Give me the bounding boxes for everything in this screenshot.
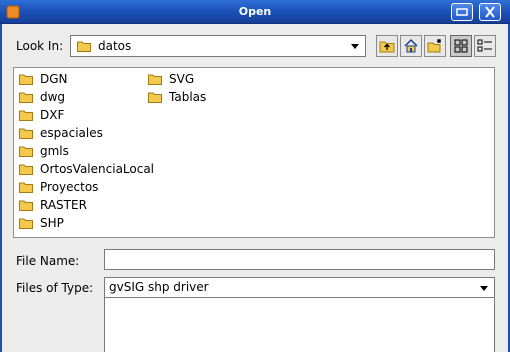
folder-icon: [148, 92, 162, 103]
list-item[interactable]: Tablas: [148, 89, 206, 105]
title-bar[interactable]: Open: [0, 0, 510, 24]
list-item[interactable]: DXF: [19, 107, 64, 123]
list-item-label: Proyectos: [40, 180, 99, 194]
details-view-icon: [477, 39, 492, 52]
look-in-combo[interactable]: datos: [70, 35, 366, 57]
file-list[interactable]: DGN dwg DXF espaciales gmls OrtosValenci…: [13, 67, 495, 238]
close-icon: [485, 6, 495, 18]
list-item-label: OrtosValenciaLocal: [40, 162, 155, 176]
new-folder-icon: [427, 39, 441, 53]
list-item-label: DGN: [40, 72, 68, 86]
folder-icon: [19, 110, 33, 121]
list-item-label: gmls: [40, 144, 69, 158]
list-item-label: SVG: [169, 72, 195, 86]
up-folder-icon: [379, 41, 395, 53]
list-item[interactable]: DGN: [19, 71, 68, 87]
list-item-label: DXF: [40, 108, 65, 122]
folder-icon: [19, 218, 33, 229]
folder-icon: [148, 74, 162, 85]
chevron-down-icon[interactable]: [478, 282, 490, 294]
list-item[interactable]: SHP: [19, 215, 64, 231]
window-title: Open: [238, 5, 272, 18]
close-button[interactable]: [479, 3, 501, 21]
files-of-type-dropdown-list[interactable]: [104, 298, 495, 352]
details-view-button[interactable]: [474, 35, 496, 57]
list-item-label: RASTER: [40, 198, 87, 212]
files-of-type-combo[interactable]: gvSIG shp driver: [104, 277, 495, 298]
files-of-type-value: gvSIG shp driver: [109, 280, 209, 294]
list-item[interactable]: Proyectos: [19, 179, 98, 195]
file-name-label: File Name:: [16, 254, 80, 268]
files-of-type-label: Files of Type:: [16, 281, 94, 295]
folder-icon: [19, 182, 33, 193]
folder-icon: [19, 128, 33, 139]
folder-icon: [19, 74, 33, 85]
folder-icon: [19, 146, 33, 157]
list-item[interactable]: OrtosValenciaLocal: [19, 161, 154, 177]
up-folder-button[interactable]: [376, 35, 398, 57]
folder-icon: [77, 41, 91, 52]
minimize-icon: [456, 8, 468, 16]
list-item-label: espaciales: [40, 126, 103, 140]
list-item-label: SHP: [40, 216, 64, 230]
file-name-input[interactable]: [104, 249, 495, 270]
list-item-label: Tablas: [169, 90, 207, 104]
home-button[interactable]: [400, 35, 422, 57]
look-in-label: Look In:: [16, 39, 64, 53]
folder-icon: [19, 164, 33, 175]
home-icon: [404, 38, 418, 53]
new-folder-button[interactable]: [424, 35, 446, 57]
list-view-icon: [454, 39, 468, 53]
list-item-label: dwg: [40, 90, 66, 104]
list-item[interactable]: dwg: [19, 89, 65, 105]
folder-icon: [19, 92, 33, 103]
list-view-button[interactable]: [450, 35, 472, 57]
list-item[interactable]: SVG: [148, 71, 194, 87]
chevron-down-icon[interactable]: [349, 40, 361, 52]
look-in-value: datos: [98, 39, 132, 53]
list-item[interactable]: RASTER: [19, 197, 87, 213]
minimize-button[interactable]: [451, 3, 473, 21]
list-item[interactable]: gmls: [19, 143, 69, 159]
folder-icon: [19, 200, 33, 211]
list-item[interactable]: espaciales: [19, 125, 103, 141]
